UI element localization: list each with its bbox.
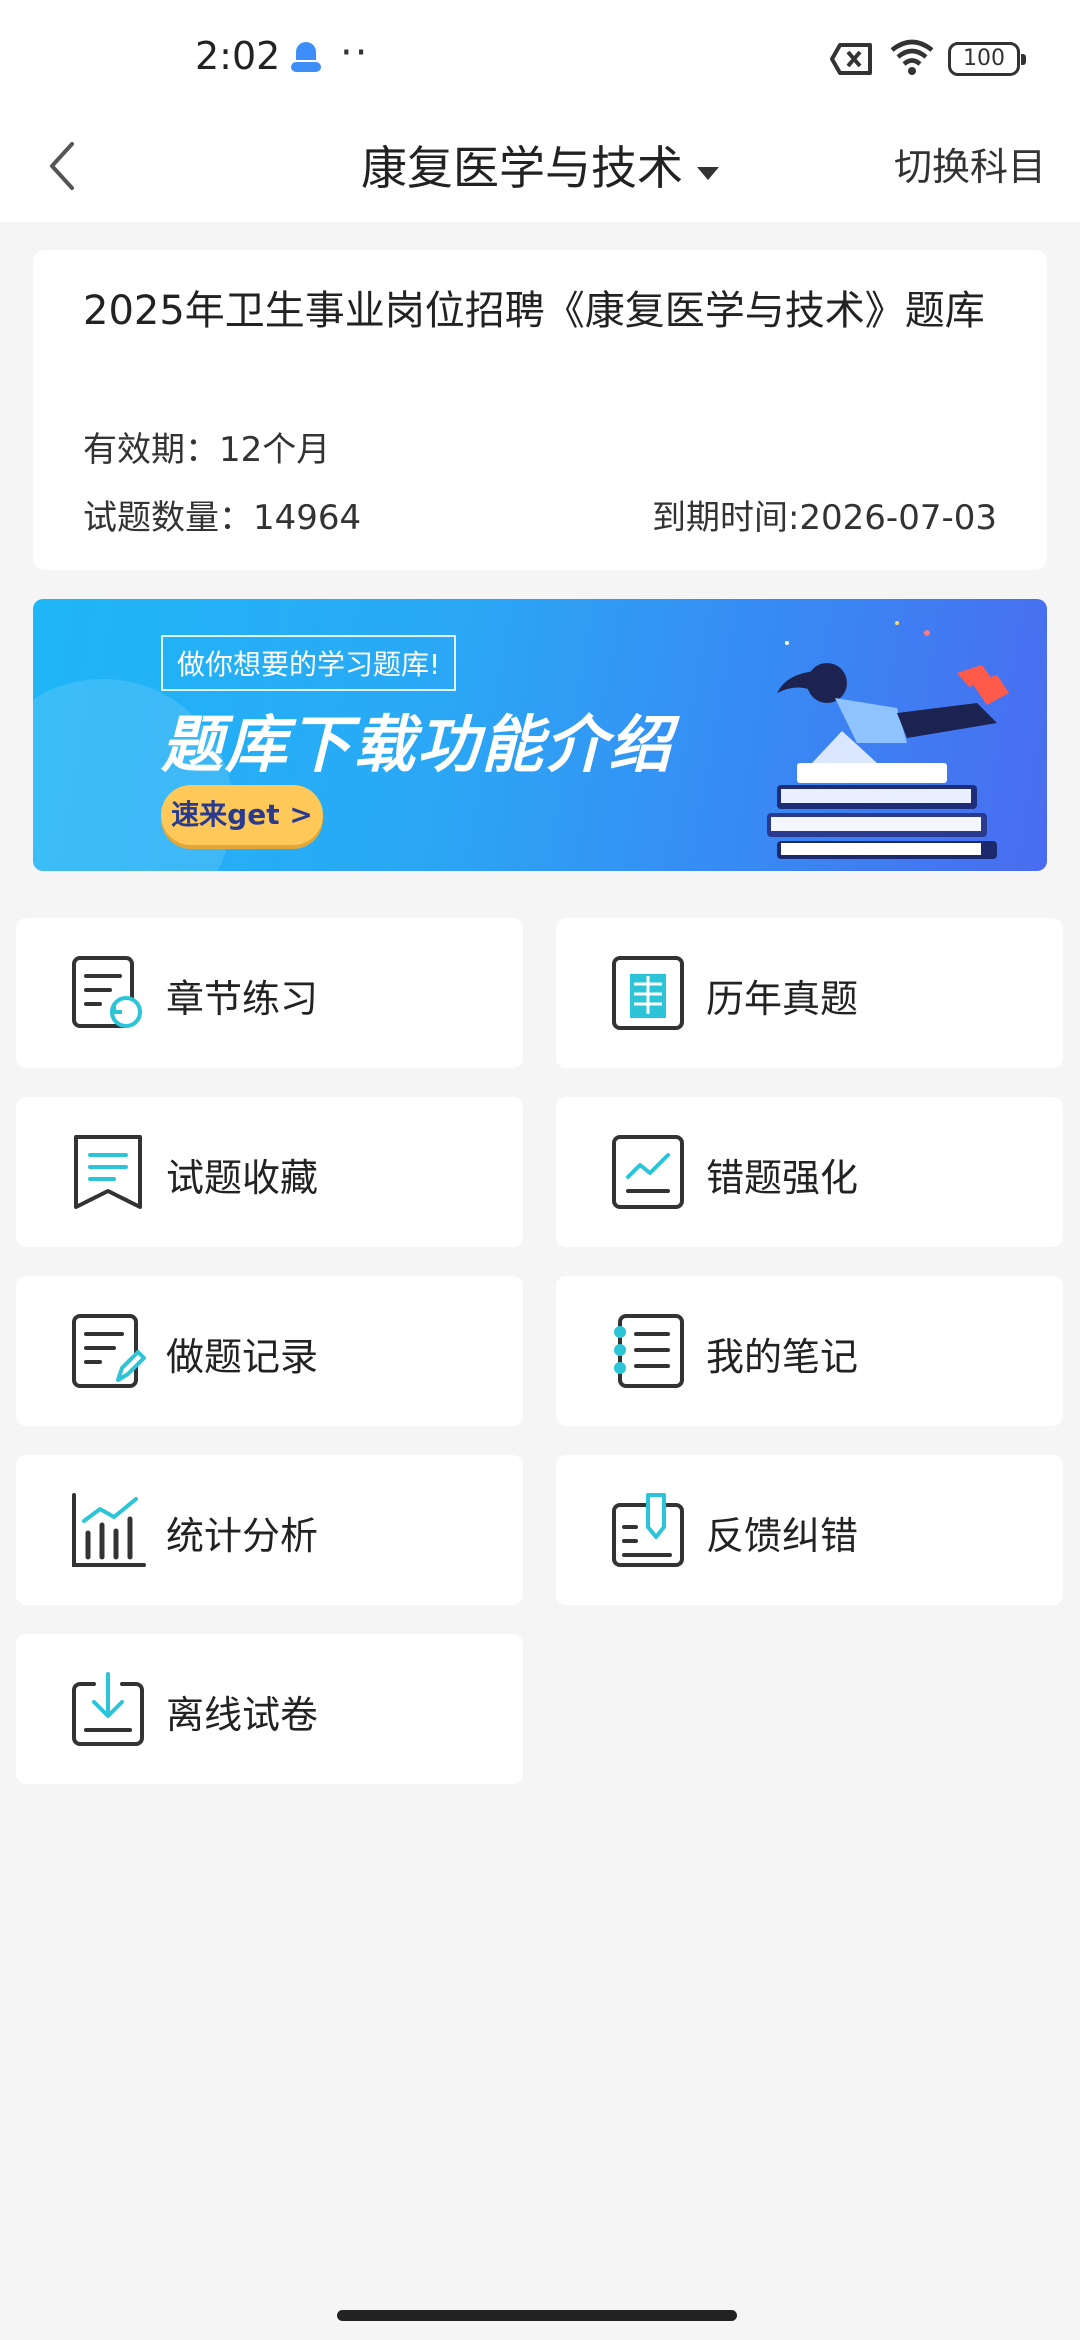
- menu-label: 离线试卷: [166, 1693, 319, 1737]
- banner-tag: 做你想要的学习题库!: [161, 635, 457, 691]
- past-exam-icon: [612, 956, 684, 1030]
- menu-label: 试题收藏: [166, 1156, 319, 1200]
- home-indicator[interactable]: [337, 2310, 737, 2321]
- download-feature-banner[interactable]: 做你想要的学习题库! 题库下载功能介绍 速来get >: [33, 599, 1047, 871]
- question-bank-title: 2025年卫生事业岗位招聘《康复医学与技术》题库: [83, 288, 985, 334]
- studying-girl-illustration: [767, 621, 1009, 859]
- question-bank-info-card: 2025年卫生事业岗位招聘《康复医学与技术》题库 有效期：12个月 试题数量：1…: [33, 250, 1047, 570]
- menu-chapter-practice[interactable]: 章节练习: [16, 918, 523, 1068]
- offline-download-icon: [72, 1672, 144, 1746]
- menu-statistics[interactable]: 统计分析: [16, 1455, 523, 1605]
- notebook-icon: [614, 1314, 684, 1388]
- page-title: 康复医学与技术: [361, 141, 683, 195]
- menu-past-exams[interactable]: 历年真题: [556, 918, 1063, 1068]
- statistics-icon: [72, 1493, 146, 1567]
- menu-wrong-questions[interactable]: 错题强化: [556, 1097, 1063, 1247]
- banner-headline: 题库下载功能介绍: [161, 708, 674, 781]
- menu-label: 统计分析: [166, 1514, 319, 1558]
- bookmark-icon: [74, 1135, 142, 1209]
- wifi-icon: [890, 39, 934, 75]
- validity-text: 有效期：12个月: [83, 430, 331, 470]
- menu-practice-records[interactable]: 做题记录: [16, 1276, 523, 1426]
- question-count: 试题数量：14964: [83, 498, 362, 538]
- caret-down-icon: [697, 167, 719, 180]
- menu-offline-papers[interactable]: 离线试卷: [16, 1634, 523, 1784]
- menu-label: 反馈纠错: [706, 1514, 859, 1558]
- menu-label: 历年真题: [706, 977, 859, 1021]
- menu-feedback[interactable]: 反馈纠错: [556, 1455, 1063, 1605]
- validity-period: 有效期：12个月: [83, 422, 997, 471]
- switch-subject-button[interactable]: 切换科目: [894, 136, 1046, 191]
- expiry-date: 到期时间:2026-07-03: [651, 498, 997, 538]
- menu-my-notes[interactable]: 我的笔记: [556, 1276, 1063, 1426]
- chapter-practice-icon: [72, 956, 142, 1028]
- feedback-icon: [612, 1493, 684, 1567]
- menu-label: 做题记录: [166, 1335, 319, 1379]
- status-bar: 2:02 ·· 100: [0, 0, 1080, 110]
- menu-question-bookmarks[interactable]: 试题收藏: [16, 1097, 523, 1247]
- status-time: 2:02: [195, 34, 281, 78]
- count-row: 试题数量：14964 到期时间:2026-07-03: [83, 490, 997, 539]
- menu-label: 错题强化: [706, 1156, 859, 1200]
- app-notification-icon: [291, 42, 321, 72]
- battery-icon: 100: [948, 42, 1026, 76]
- wrong-question-icon: [612, 1135, 684, 1209]
- menu-label: 我的笔记: [706, 1335, 859, 1379]
- banner-cta-button[interactable]: 速来get >: [161, 785, 323, 845]
- more-notifications-icon: ··: [340, 30, 370, 76]
- sim-disabled-icon: [830, 43, 872, 75]
- menu-label: 章节练习: [166, 977, 319, 1021]
- practice-record-icon: [72, 1314, 146, 1388]
- app-header: 康复医学与技术 切换科目: [0, 110, 1080, 222]
